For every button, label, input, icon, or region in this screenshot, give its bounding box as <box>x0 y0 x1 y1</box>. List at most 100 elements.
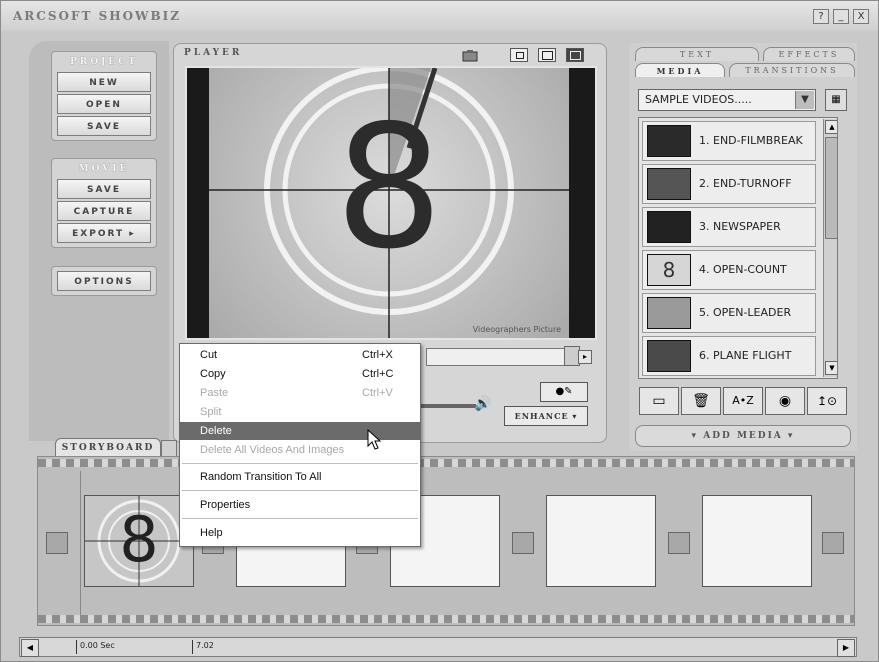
clip-number: 8 <box>119 503 159 576</box>
tab-transitions[interactable]: Transitions <box>729 63 855 77</box>
timeline-end-time: 7.02 <box>196 641 214 650</box>
step-forward-icon[interactable]: ▸ <box>578 350 592 364</box>
media-item-label: 3. NEWSPAPER <box>699 220 781 233</box>
capture-icon[interactable]: ◉ <box>765 387 805 415</box>
menu-item-paste[interactable]: Paste Ctrl+V <box>180 384 420 402</box>
add-media-left-arrow-icon: ▾ <box>691 431 699 441</box>
scroll-up-icon[interactable]: ▲ <box>825 120 837 134</box>
media-thumbnail <box>647 297 691 329</box>
scroll-left-icon[interactable]: ◀ <box>21 639 39 657</box>
add-media-button[interactable]: ▾ Add Media ▾ <box>635 425 851 447</box>
transition-slot[interactable] <box>668 532 690 554</box>
film-perforation-bottom <box>38 615 854 623</box>
storyboard-clip-1[interactable]: 8 <box>84 495 194 587</box>
list-item[interactable]: 1. END-FILMBREAK <box>642 121 816 161</box>
timeline-start-time: 0.00 Sec <box>80 641 115 650</box>
menu-item-properties[interactable]: Properties <box>180 496 420 514</box>
project-group-title: Project <box>69 57 139 67</box>
menu-item-split[interactable]: Split <box>180 403 420 421</box>
tab-effects[interactable]: Effects <box>763 47 855 61</box>
close-button[interactable]: X <box>853 9 869 24</box>
grid-view-icon[interactable]: ▦ <box>825 89 847 111</box>
menu-separator <box>182 463 418 464</box>
list-item[interactable]: 6. PLANE FLIGHT <box>642 336 816 376</box>
player-title: Player <box>184 48 243 58</box>
volume-slider[interactable] <box>420 404 476 408</box>
options-group: Options <box>51 266 157 296</box>
menu-item-help[interactable]: Help <box>180 524 420 542</box>
scroll-thumb[interactable] <box>825 137 837 239</box>
media-thumbnail: 8 <box>647 254 691 286</box>
save-project-button[interactable]: Save <box>57 116 151 136</box>
transition-slot[interactable] <box>512 532 534 554</box>
video-preview[interactable]: 8 Videographers Picture <box>185 66 597 340</box>
new-project-button[interactable]: New <box>57 72 151 92</box>
enhance-label: Enhance <box>514 411 569 421</box>
menu-item-label: Delete All Videos And Images <box>200 444 345 456</box>
list-item[interactable]: 5. OPEN-LEADER <box>642 293 816 333</box>
media-item-label: 2. END-TURNOFF <box>699 177 792 190</box>
add-media-label: Add Media <box>703 431 783 441</box>
save-movie-button[interactable]: Save <box>57 179 151 199</box>
options-button[interactable]: Options <box>57 271 151 291</box>
tab-timeline[interactable] <box>161 440 177 457</box>
media-source-dropdown[interactable]: SAMPLE VIDEOS..... ▼ <box>638 89 816 111</box>
app-window: ArcSoft ShowBiz ? _ X Project New Open S… <box>0 0 879 662</box>
menu-item-cut[interactable]: Cut Ctrl+X <box>180 346 420 364</box>
menu-item-copy[interactable]: Copy Ctrl+C <box>180 365 420 383</box>
small-view-button[interactable] <box>510 48 528 62</box>
medium-view-button[interactable] <box>538 48 556 62</box>
storyboard-slot[interactable] <box>546 495 656 587</box>
enhance-button[interactable]: Enhance ▾ <box>504 406 588 426</box>
media-thumbnail <box>647 211 691 243</box>
transition-slot[interactable] <box>46 532 68 554</box>
volume-icon[interactable]: 🔊 <box>474 396 491 412</box>
trash-icon[interactable]: 🗑 <box>681 387 721 415</box>
enhance-arrow-icon: ▾ <box>572 411 578 421</box>
sort-az-icon[interactable]: A•Z <box>723 387 763 415</box>
menu-item-shortcut: Ctrl+C <box>362 368 394 380</box>
import-icon[interactable]: ▭ <box>639 387 679 415</box>
snapshot-icon[interactable] <box>462 48 478 62</box>
timeline-scrollbar[interactable]: ◀ 0.00 Sec 7.02 ▶ <box>19 637 857 657</box>
storyboard-slot[interactable] <box>702 495 812 587</box>
capture-button[interactable]: Capture <box>57 201 151 221</box>
movie-group-title: Movie <box>78 164 130 174</box>
export-button[interactable]: Export ▸ <box>57 223 151 243</box>
menu-item-label: Help <box>200 527 223 539</box>
menu-item-label: Copy <box>200 368 226 380</box>
download-icon[interactable]: ↥⊙ <box>807 387 847 415</box>
tab-media[interactable]: Media <box>635 63 725 77</box>
open-project-button[interactable]: Open <box>57 94 151 114</box>
chevron-down-icon[interactable]: ▼ <box>795 91 814 109</box>
menu-item-delete[interactable]: Delete <box>180 422 420 440</box>
media-item-label: 4. OPEN-COUNT <box>699 263 787 276</box>
transition-slot[interactable] <box>822 532 844 554</box>
menu-separator <box>182 518 418 519</box>
countdown-frame: 8 Videographers Picture <box>209 68 569 338</box>
list-item[interactable]: 2. END-TURNOFF <box>642 164 816 204</box>
tab-storyboard[interactable]: Storyboard <box>55 438 161 457</box>
minimize-button[interactable]: _ <box>833 9 849 24</box>
progress-bar[interactable] <box>426 348 568 366</box>
list-item[interactable]: 3. NEWSPAPER <box>642 207 816 247</box>
menu-item-label: Paste <box>200 387 229 399</box>
scroll-right-icon[interactable]: ▶ <box>837 639 855 657</box>
fullscreen-view-button[interactable] <box>566 48 584 62</box>
menu-item-label: Properties <box>200 499 251 511</box>
record-narration-icon[interactable]: ●✎ <box>540 382 588 402</box>
media-thumbnail <box>647 125 691 157</box>
countdown-number: 8 <box>334 89 444 287</box>
title-bar: ArcSoft ShowBiz ? _ X <box>1 1 878 31</box>
list-item[interactable]: 8 4. OPEN-COUNT <box>642 250 816 290</box>
menu-item-random-transition[interactable]: Random Transition To All <box>180 468 420 486</box>
media-list-scrollbar[interactable]: ▲ ▼ <box>823 119 837 377</box>
tab-text[interactable]: Text <box>635 47 759 61</box>
menu-item-delete-all[interactable]: Delete All Videos And Images <box>180 441 420 459</box>
scroll-down-icon[interactable]: ▼ <box>825 361 837 375</box>
add-media-right-arrow-icon: ▾ <box>787 431 795 441</box>
media-item-label: 1. END-FILMBREAK <box>699 134 803 147</box>
help-button[interactable]: ? <box>813 9 829 24</box>
video-watermark: Videographers Picture <box>472 325 561 334</box>
media-thumbnail <box>647 168 691 200</box>
